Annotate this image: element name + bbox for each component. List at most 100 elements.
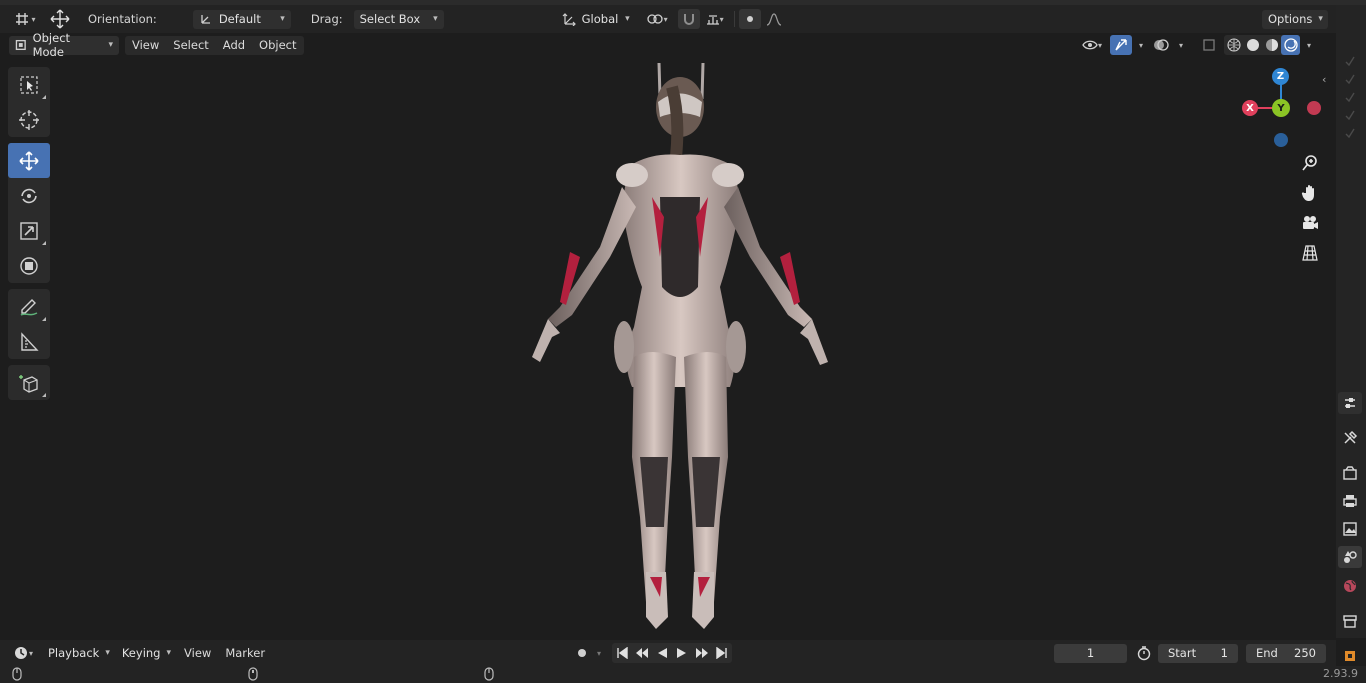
tool-annotate[interactable] — [8, 289, 50, 324]
tool-move[interactable] — [8, 143, 50, 178]
object-properties-tab[interactable] — [1338, 645, 1362, 667]
collection-box-icon — [1343, 615, 1357, 628]
chevron-down-icon: ▾ — [1318, 14, 1323, 24]
editor-type-button[interactable]: ▾ — [10, 9, 40, 29]
timeline-menu-marker[interactable]: Marker — [218, 646, 272, 660]
pan-button[interactable] — [1298, 181, 1322, 205]
world-properties-tab[interactable] — [1338, 575, 1362, 597]
timeline-menu-view[interactable]: View — [177, 646, 218, 660]
tool-select-box[interactable] — [8, 67, 50, 102]
perspective-toggle-button[interactable] — [1298, 241, 1322, 265]
play-reverse-button[interactable] — [652, 643, 672, 663]
orientation-value: Default — [218, 12, 261, 26]
link-pivot-icon — [646, 14, 663, 24]
overlays-dropdown[interactable]: ▾ — [1174, 35, 1188, 55]
checkmark-icon — [1345, 92, 1355, 103]
options-label: Options — [1268, 12, 1313, 26]
character-model[interactable] — [0, 57, 1336, 638]
current-frame-field[interactable]: 1 — [1054, 643, 1127, 663]
toolbar — [8, 67, 50, 406]
tool-add-cube[interactable] — [8, 365, 50, 400]
pivot-point-button[interactable]: ▾ — [642, 9, 672, 29]
play-button[interactable] — [672, 643, 692, 663]
gizmo-x[interactable]: X — [1242, 100, 1258, 116]
3d-viewport[interactable] — [0, 57, 1336, 638]
tool-cursor[interactable] — [8, 102, 50, 137]
timeline-editor-type-button[interactable]: ▾ — [8, 643, 38, 663]
jump-end-button[interactable] — [712, 643, 732, 663]
preview-range-toggle[interactable] — [1133, 643, 1155, 663]
record-dot-icon — [578, 649, 586, 657]
jump-start-button[interactable] — [612, 643, 632, 663]
menu-view[interactable]: View — [125, 38, 166, 52]
chevron-down-icon: ▾ — [596, 648, 601, 658]
zoom-button[interactable] — [1298, 151, 1322, 175]
object-mode-dropdown[interactable]: Object Mode ▾ — [9, 31, 119, 59]
object-square-icon — [1345, 651, 1355, 661]
menu-object[interactable]: Object — [252, 38, 303, 52]
mouse-middle-icon — [248, 667, 258, 681]
annotate-pencil-icon — [20, 298, 38, 316]
proportional-edit-toggle[interactable] — [738, 9, 761, 29]
snap-toggle[interactable] — [677, 9, 700, 29]
tool-rotate[interactable] — [8, 178, 50, 213]
auto-keying-toggle[interactable] — [572, 643, 592, 663]
menu-select[interactable]: Select — [166, 38, 215, 52]
tool-transform[interactable] — [8, 248, 50, 283]
camera-view-button[interactable] — [1298, 211, 1322, 235]
grid-perspective-icon — [1302, 245, 1318, 261]
overlays-toggle[interactable] — [1150, 35, 1172, 55]
navigation-gizmo[interactable]: X Z Y — [1238, 67, 1326, 157]
object-mode-icon — [15, 39, 26, 51]
shading-wireframe-button[interactable] — [1224, 35, 1243, 55]
visibility-dropdown[interactable]: ▾ — [1076, 35, 1108, 55]
stopwatch-icon — [1137, 646, 1151, 661]
shading-dropdown[interactable]: ▾ — [1302, 35, 1316, 55]
snap-target-dropdown[interactable]: ▾ — [700, 9, 730, 29]
hand-icon — [1301, 185, 1314, 201]
chevron-down-icon: ▾ — [280, 14, 285, 24]
output-properties-tab[interactable] — [1338, 490, 1362, 512]
move-tool-header-icon — [48, 9, 72, 29]
next-keyframe-button[interactable] — [692, 643, 712, 663]
properties-options-button[interactable] — [1338, 392, 1362, 414]
world-globe-icon — [1344, 580, 1356, 592]
menu-add[interactable]: Add — [216, 38, 252, 52]
tool-measure[interactable] — [8, 324, 50, 359]
options-dropdown[interactable]: Options ▾ — [1262, 9, 1328, 29]
drag-dropdown[interactable]: Select Box ▾ — [353, 9, 444, 29]
gizmo-neg-x[interactable] — [1307, 101, 1321, 115]
xray-toggle[interactable] — [1198, 35, 1220, 55]
render-properties-tab[interactable] — [1338, 462, 1362, 484]
tool-scale[interactable] — [8, 213, 50, 248]
checkmark-icon — [1345, 128, 1355, 139]
gizmo-z[interactable]: Z — [1272, 68, 1289, 85]
gizmo-neg-z[interactable] — [1274, 133, 1288, 147]
gizmo-toggle[interactable] — [1110, 35, 1132, 55]
playback-menu[interactable]: Playback ▾ — [42, 644, 116, 663]
clock-icon — [14, 647, 27, 659]
collection-properties-tab[interactable] — [1338, 610, 1362, 632]
shading-solid-button[interactable] — [1243, 35, 1262, 55]
orientation-dropdown[interactable]: Default ▾ — [192, 9, 291, 29]
end-frame-field[interactable]: End 250 — [1246, 643, 1326, 663]
transform-orientation-dropdown[interactable]: Global ▾ — [556, 10, 636, 29]
collapse-sidebar-icon[interactable]: ‹ — [1322, 73, 1334, 87]
gizmo-dropdown[interactable]: ▾ — [1134, 35, 1148, 55]
xray-icon — [1203, 39, 1215, 51]
shading-material-button[interactable] — [1262, 35, 1281, 55]
tool-properties-tab[interactable] — [1338, 427, 1362, 449]
shading-rendered-button[interactable] — [1281, 35, 1300, 55]
wireframe-sphere-icon — [1226, 38, 1241, 52]
chevron-down-icon: ▾ — [108, 40, 113, 50]
keying-menu[interactable]: Keying ▾ — [116, 644, 177, 663]
falloff-dropdown[interactable] — [761, 9, 787, 29]
rotate-icon — [21, 188, 37, 203]
gizmo-y[interactable]: Y — [1272, 99, 1290, 117]
scene-properties-tab[interactable] — [1338, 546, 1362, 568]
keying-set-dropdown[interactable]: ▾ — [592, 643, 606, 663]
view-layer-properties-tab[interactable] — [1338, 518, 1362, 540]
magnet-icon — [683, 14, 694, 25]
start-frame-field[interactable]: Start 1 — [1158, 643, 1238, 663]
prev-keyframe-button[interactable] — [632, 643, 652, 663]
